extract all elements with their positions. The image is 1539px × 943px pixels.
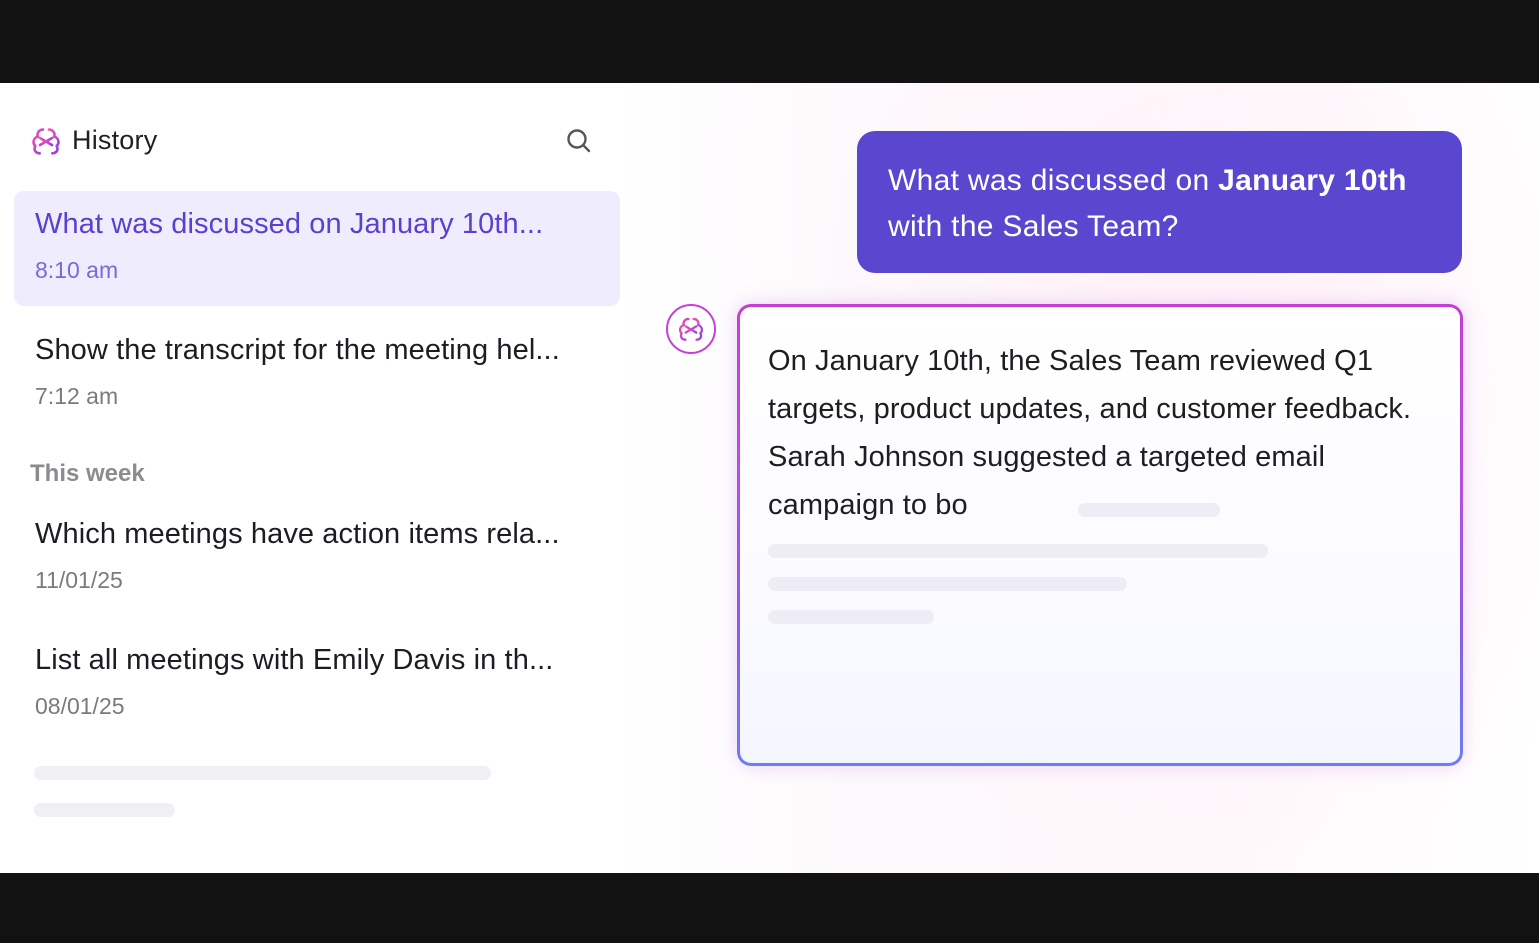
history-sidebar: History What was discussed on January 10… [0,83,640,873]
user-message-text: with the Sales Team? [888,210,1179,243]
history-item-title: Show the transcript for the meeting hel.… [35,334,560,366]
loading-skeleton [768,544,1268,558]
history-item-title: What was discussed on January 10th... [35,208,544,240]
history-item-time: 8:10 am [35,257,119,283]
ai-answer-body: On January 10th, the Sales Team reviewed… [740,307,1460,763]
sidebar-header: History [30,123,595,159]
ai-answer-card: On January 10th, the Sales Team reviewed… [737,304,1463,766]
history-item-time: 7:12 am [35,383,119,409]
history-item-time: 08/01/25 [35,693,125,719]
app-window: History What was discussed on January 10… [0,83,1539,873]
sidebar-title: History [72,125,158,155]
loading-skeleton [34,803,175,817]
history-item[interactable]: List all meetings with Emily Davis in th… [14,627,620,727]
history-item-title: List all meetings with Emily Davis in th… [35,644,554,676]
ai-brain-icon [678,317,704,341]
search-icon[interactable] [563,125,595,157]
ai-avatar [666,304,716,354]
history-item-active[interactable]: What was discussed on January 10th... 8:… [14,191,620,306]
loading-skeleton [768,610,934,624]
history-item-title: Which meetings have action items rela... [35,518,560,550]
history-item-time: 11/01/25 [35,567,123,593]
user-message-bubble: What was discussed on January 10th with … [857,131,1462,273]
loading-skeleton [34,766,491,780]
loading-skeleton [1078,503,1220,517]
loading-skeleton [768,577,1127,591]
letterbox-top [0,0,1539,83]
user-message-bold: January 10th [1218,164,1407,197]
section-label-this-week: This week [30,460,145,487]
user-message-text: What was discussed on [888,164,1219,197]
history-item[interactable]: Show the transcript for the meeting hel.… [14,317,620,417]
ai-brain-icon [32,128,60,155]
ai-answer-text: On January 10th, the Sales Team reviewed… [768,345,1412,521]
letterbox-bottom [0,873,1539,943]
history-item[interactable]: Which meetings have action items rela...… [14,501,620,601]
